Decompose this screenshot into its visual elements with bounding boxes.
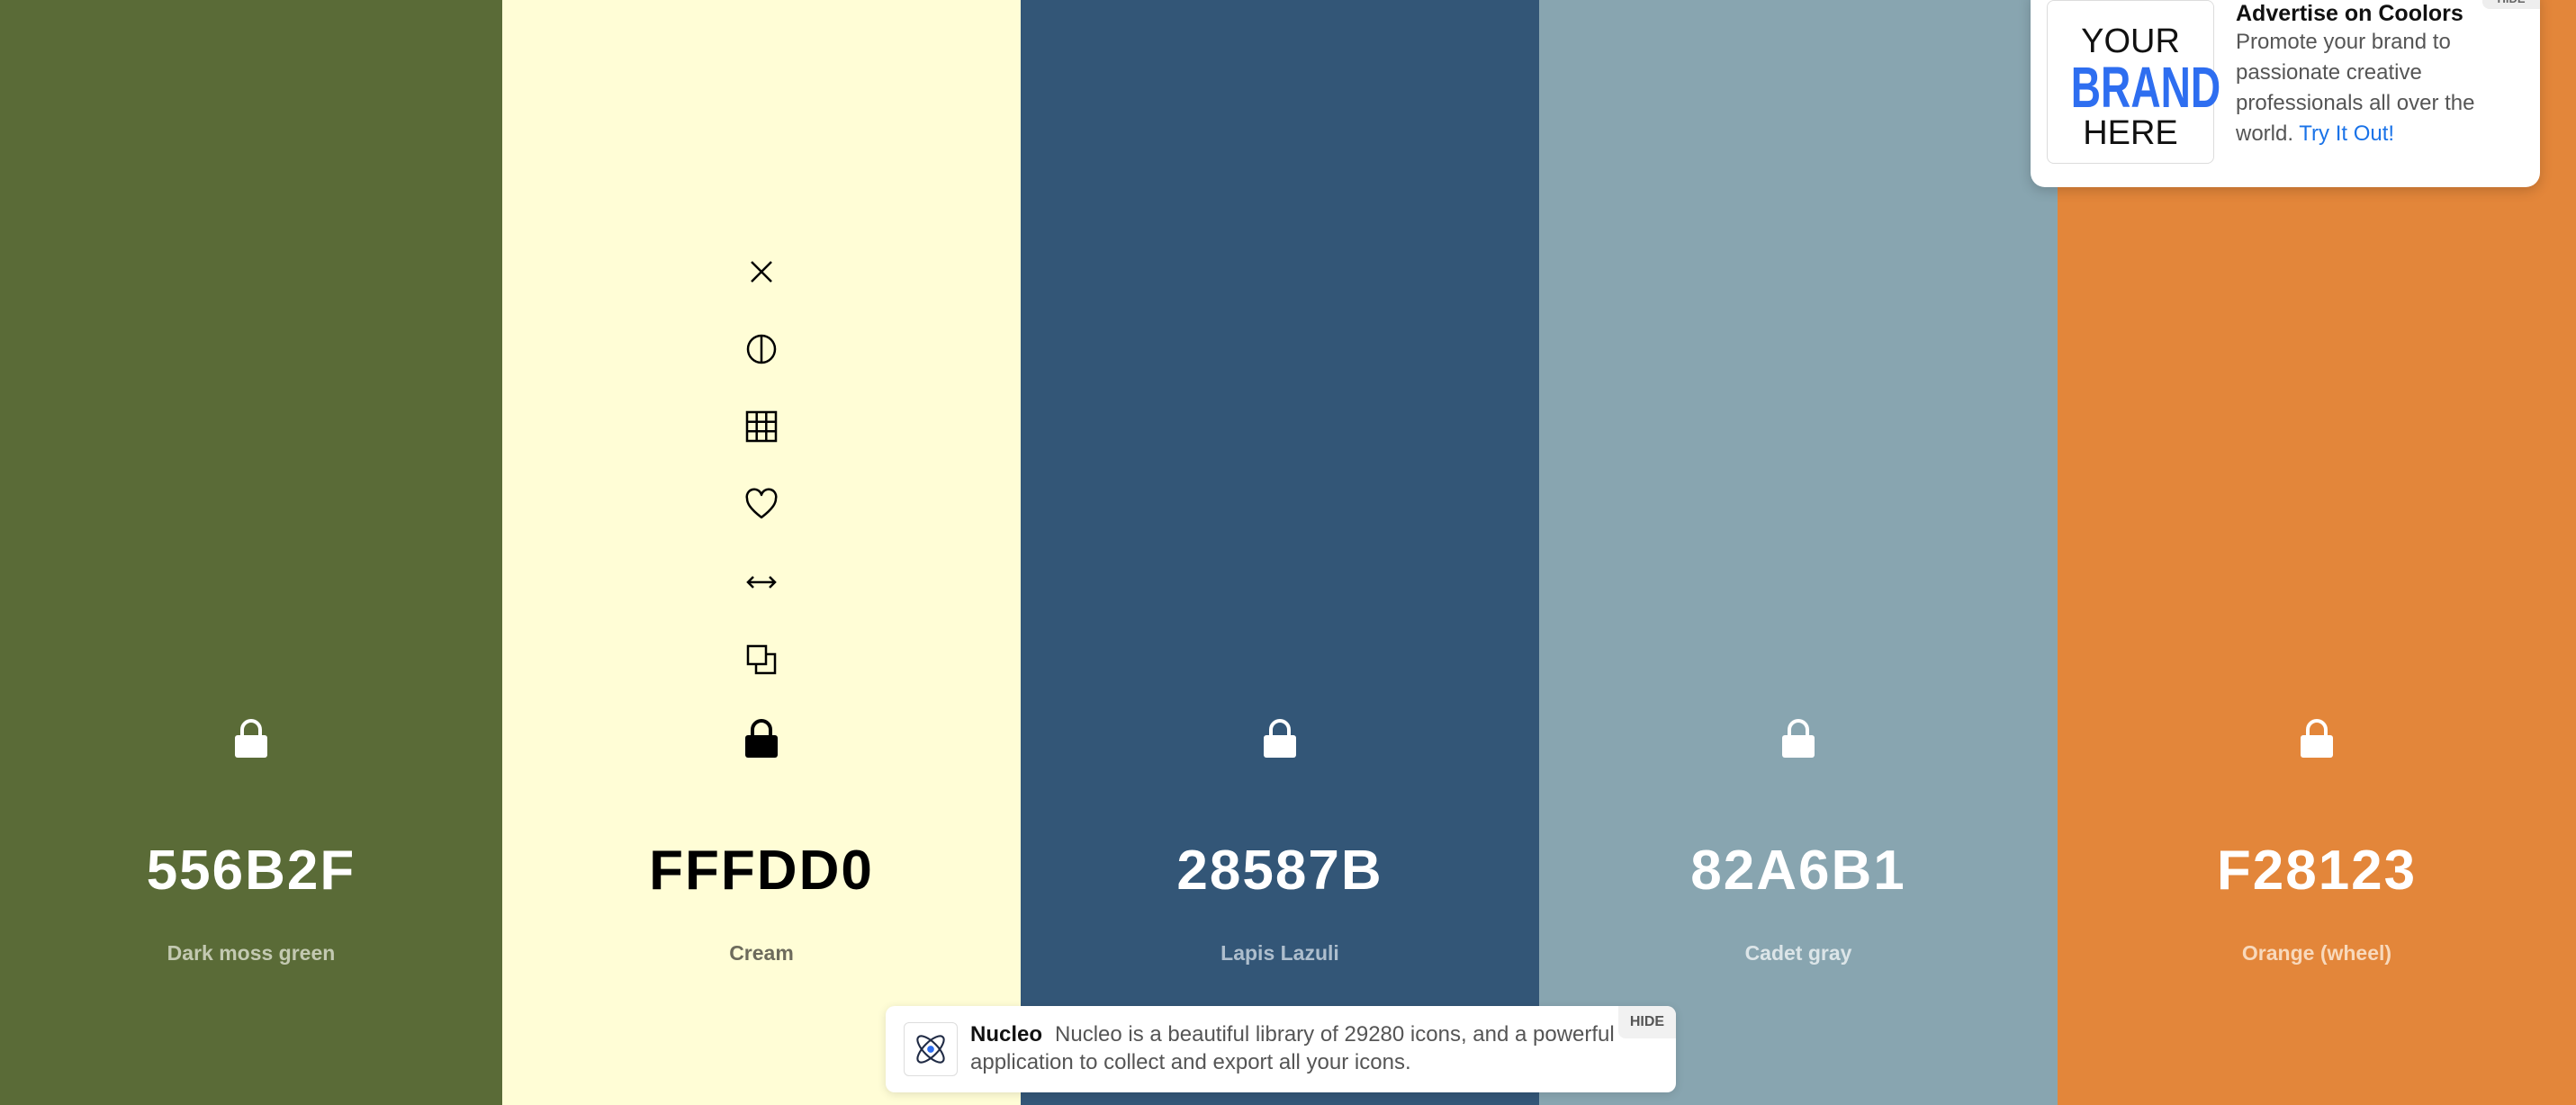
lock-icon[interactable] xyxy=(1780,718,1816,758)
color-name[interactable]: Dark moss green xyxy=(0,939,502,966)
hex-code[interactable]: 556B2F xyxy=(0,835,502,907)
lock-icon[interactable] xyxy=(2299,718,2335,758)
color-name[interactable]: Cream xyxy=(502,939,1021,966)
lock-icon[interactable] xyxy=(233,718,269,758)
lock-icon[interactable] xyxy=(743,718,779,758)
sponsor-ad: YOUR BRAND HERE Advertise on Coolors Pro… xyxy=(2031,0,2540,187)
copy-icon xyxy=(746,644,777,675)
banner-description: Nucleo is a beautiful library of 29280 i… xyxy=(970,1022,1615,1074)
hex-code[interactable]: F28123 xyxy=(2058,835,2576,907)
logo-line-2: BRAND xyxy=(2070,55,2221,120)
color-column-4[interactable]: 82A6B1 Cadet gray xyxy=(1539,0,2058,1105)
hide-banner-button[interactable]: HIDE xyxy=(1618,1006,1676,1038)
atom-icon xyxy=(904,1022,958,1076)
hide-ad-button[interactable]: HIDE xyxy=(2482,0,2540,9)
color-column-3[interactable]: 28587B Lapis Lazuli xyxy=(1021,0,1539,1105)
view-shades-button[interactable] xyxy=(742,329,781,369)
ad-body: Promote your brand to passionate creativ… xyxy=(2236,27,2524,149)
hex-code[interactable]: 28587B xyxy=(1021,835,1539,907)
column-toolbar xyxy=(742,252,781,717)
close-icon xyxy=(751,261,772,283)
color-column-1[interactable]: 556B2F Dark moss green xyxy=(0,0,502,1105)
color-name[interactable]: Lapis Lazuli xyxy=(1021,939,1539,966)
ad-link[interactable]: Try It Out! xyxy=(2299,121,2394,146)
drag-icon xyxy=(746,575,777,588)
color-name[interactable]: Cadet gray xyxy=(1539,939,2058,966)
ad-title[interactable]: Advertise on Coolors xyxy=(2236,0,2463,27)
heart-icon xyxy=(745,488,778,518)
remove-color-button[interactable] xyxy=(742,252,781,292)
hex-code[interactable]: FFFDD0 xyxy=(502,835,1021,907)
nucleo-banner[interactable]: Nucleo Nucleo is a beautiful library of 2… xyxy=(886,1006,1676,1092)
brand-logo[interactable]: YOUR BRAND HERE xyxy=(2047,0,2221,164)
lock-icon[interactable] xyxy=(1262,718,1298,758)
color-name[interactable]: Orange (wheel) xyxy=(2058,939,2576,966)
copy-hex-button[interactable] xyxy=(742,640,781,679)
shades-grid-button[interactable] xyxy=(742,407,781,446)
contrast-icon xyxy=(746,334,777,364)
hex-code[interactable]: 82A6B1 xyxy=(1539,835,2058,907)
grid-icon xyxy=(745,411,778,443)
drag-button[interactable] xyxy=(742,562,781,602)
banner-text: Nucleo Nucleo is a beautiful library of 2… xyxy=(970,1020,1618,1076)
banner-brand: Nucleo xyxy=(970,1022,1043,1047)
color-column-2[interactable]: FFFDD0 Cream xyxy=(502,0,1021,1105)
save-color-button[interactable] xyxy=(742,485,781,525)
